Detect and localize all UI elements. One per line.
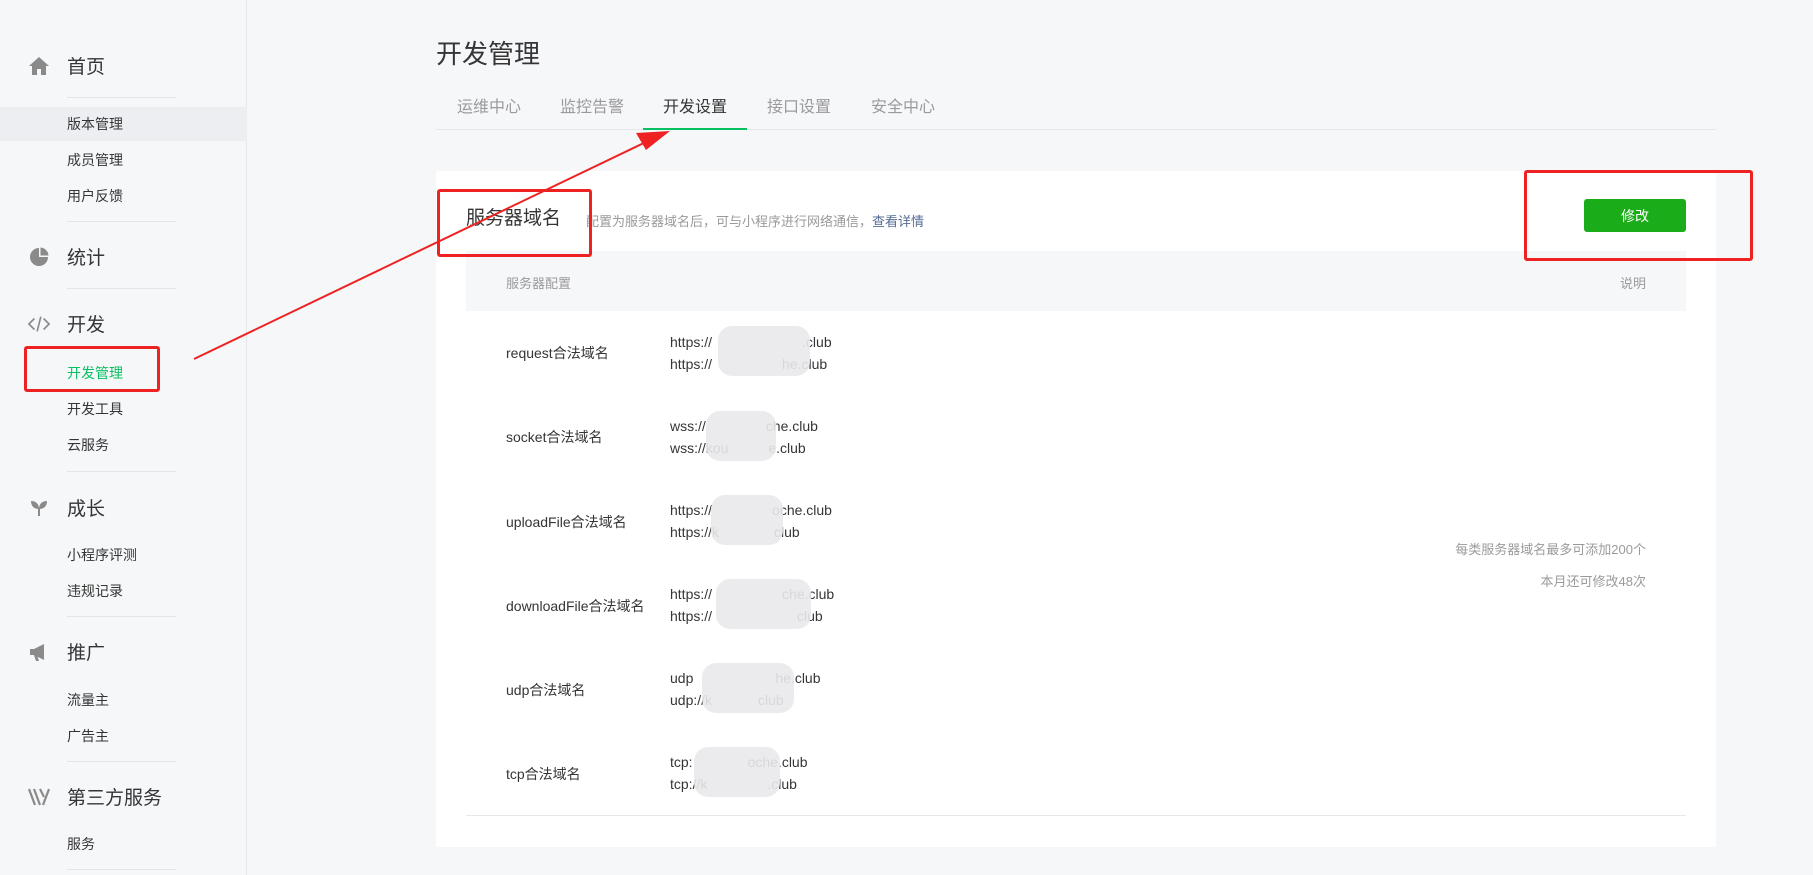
server-domain-card: 服务器域名 配置为服务器域名后，可与小程序进行网络通信，查看详情 修改 服务器配… — [436, 171, 1716, 847]
tab-security-center[interactable]: 安全中心 — [870, 92, 936, 130]
sidebar-group-home[interactable]: 首页 — [0, 45, 247, 85]
redaction-blur — [694, 747, 780, 797]
sidebar-item-traffic-owner[interactable]: 流量主 — [0, 683, 247, 717]
sidebar-item-label: 开发工具 — [67, 401, 123, 417]
sidebar-group-label: 成长 — [67, 498, 106, 520]
row-label-socket: socket合法域名 — [506, 429, 603, 445]
row-label-downloadfile: downloadFile合法域名 — [506, 598, 645, 614]
page-title: 开发管理 — [436, 39, 541, 69]
sidebar-item-version[interactable]: 版本管理 — [0, 107, 247, 141]
sidebar: 首页 版本管理 成员管理 用户反馈 统计 开发 开发管理 开发工具 云服务 成长… — [0, 0, 247, 875]
row-label-udp: udp合法域名 — [506, 682, 586, 698]
sidebar-item-evaluation[interactable]: 小程序评测 — [0, 538, 247, 572]
divider — [67, 221, 176, 222]
redaction-blur — [706, 411, 776, 461]
home-icon — [28, 55, 50, 77]
divider — [466, 815, 1686, 816]
table-header: 服务器配置 说明 — [466, 251, 1686, 311]
divider — [67, 97, 176, 98]
sidebar-group-label: 第三方服务 — [67, 787, 163, 809]
domain-prefix: https:// — [670, 502, 713, 518]
tab-bar: 运维中心 监控告警 开发设置 接口设置 安全中心 — [436, 92, 1716, 130]
tab-api-settings[interactable]: 接口设置 — [766, 92, 832, 130]
sidebar-item-label: 版本管理 — [67, 116, 123, 132]
sidebar-item-label: 流量主 — [67, 692, 109, 708]
column-header-config: 服务器配置 — [506, 276, 572, 291]
tab-monitoring[interactable]: 监控告警 — [559, 92, 625, 130]
sidebar-group-growth[interactable]: 成长 — [0, 487, 247, 527]
domain-prefix: wss:// — [670, 418, 706, 434]
sidebar-group-label: 首页 — [67, 56, 106, 78]
sidebar-group-develop[interactable]: 开发 — [0, 303, 247, 343]
sidebar-group-stats[interactable]: 统计 — [0, 236, 247, 276]
sidebar-item-label: 云服务 — [67, 437, 109, 453]
sidebar-item-dev-manage[interactable]: 开发管理 — [0, 356, 247, 390]
sidebar-group-label: 开发 — [67, 314, 106, 336]
divider — [67, 616, 176, 617]
sidebar-group-label: 统计 — [67, 247, 106, 269]
divider — [67, 761, 176, 762]
megaphone-icon — [28, 641, 50, 663]
divider — [67, 869, 176, 870]
server-domain-desc-text: 配置为服务器域名后，可与小程序进行网络通信， — [586, 214, 873, 229]
redaction-blur — [718, 326, 810, 376]
view-details-link[interactable]: 查看详情 — [872, 214, 924, 229]
sidebar-group-third-party[interactable]: 第三方服务 — [0, 776, 247, 816]
code-icon — [28, 313, 50, 335]
server-domain-desc: 配置为服务器域名后，可与小程序进行网络通信，查看详情 — [586, 211, 924, 230]
divider — [67, 288, 176, 289]
domain-prefix: https:// — [670, 586, 713, 602]
sidebar-item-members[interactable]: 成员管理 — [0, 143, 247, 177]
sidebar-group-label: 推广 — [67, 642, 106, 664]
pie-chart-icon — [28, 246, 50, 268]
column-header-note: 说明 — [1619, 276, 1646, 291]
sidebar-item-cloud[interactable]: 云服务 — [0, 428, 247, 462]
row-label-tcp: tcp合法域名 — [506, 766, 581, 782]
sidebar-item-label: 服务 — [67, 836, 95, 852]
tab-ops-center[interactable]: 运维中心 — [456, 92, 522, 130]
sidebar-item-label: 成员管理 — [67, 152, 123, 168]
domain-prefix: https:// — [670, 356, 713, 372]
redaction-blur — [716, 579, 811, 629]
edit-button[interactable]: 修改 — [1584, 199, 1686, 232]
sprout-icon — [28, 497, 50, 519]
sidebar-item-dev-tools[interactable]: 开发工具 — [0, 392, 247, 426]
server-domain-title: 服务器域名 — [466, 208, 562, 229]
sidebar-item-label: 开发管理 — [67, 365, 123, 381]
tab-dev-settings[interactable]: 开发设置 — [643, 92, 747, 130]
remaining-edits-note: 本月还可修改48次 — [1540, 574, 1646, 589]
domain-prefix: tcp: — [670, 754, 693, 770]
sidebar-item-label: 广告主 — [67, 728, 109, 744]
sidebar-group-promotion[interactable]: 推广 — [0, 631, 247, 671]
sidebar-item-services[interactable]: 服务 — [0, 827, 247, 861]
divider — [67, 471, 176, 472]
sidebar-item-feedback[interactable]: 用户反馈 — [0, 179, 247, 213]
row-label-uploadfile: uploadFile合法域名 — [506, 514, 627, 530]
sidebar-item-advertiser[interactable]: 广告主 — [0, 719, 247, 753]
sidebar-item-label: 用户反馈 — [67, 188, 123, 204]
redaction-blur — [711, 495, 783, 545]
redaction-blur — [702, 663, 794, 713]
domain-prefix: udp — [670, 670, 694, 686]
sidebar-item-label: 小程序评测 — [67, 547, 137, 563]
sidebar-item-violations[interactable]: 违规记录 — [0, 574, 247, 608]
row-label-request: request合法域名 — [506, 345, 609, 361]
domain-prefix: https:// — [670, 608, 713, 624]
sidebar-item-label: 违规记录 — [67, 583, 123, 599]
third-party-icon — [28, 786, 50, 808]
domain-prefix: https:// — [670, 334, 713, 350]
limit-note: 每类服务器域名最多可添加200个 — [1455, 542, 1646, 557]
